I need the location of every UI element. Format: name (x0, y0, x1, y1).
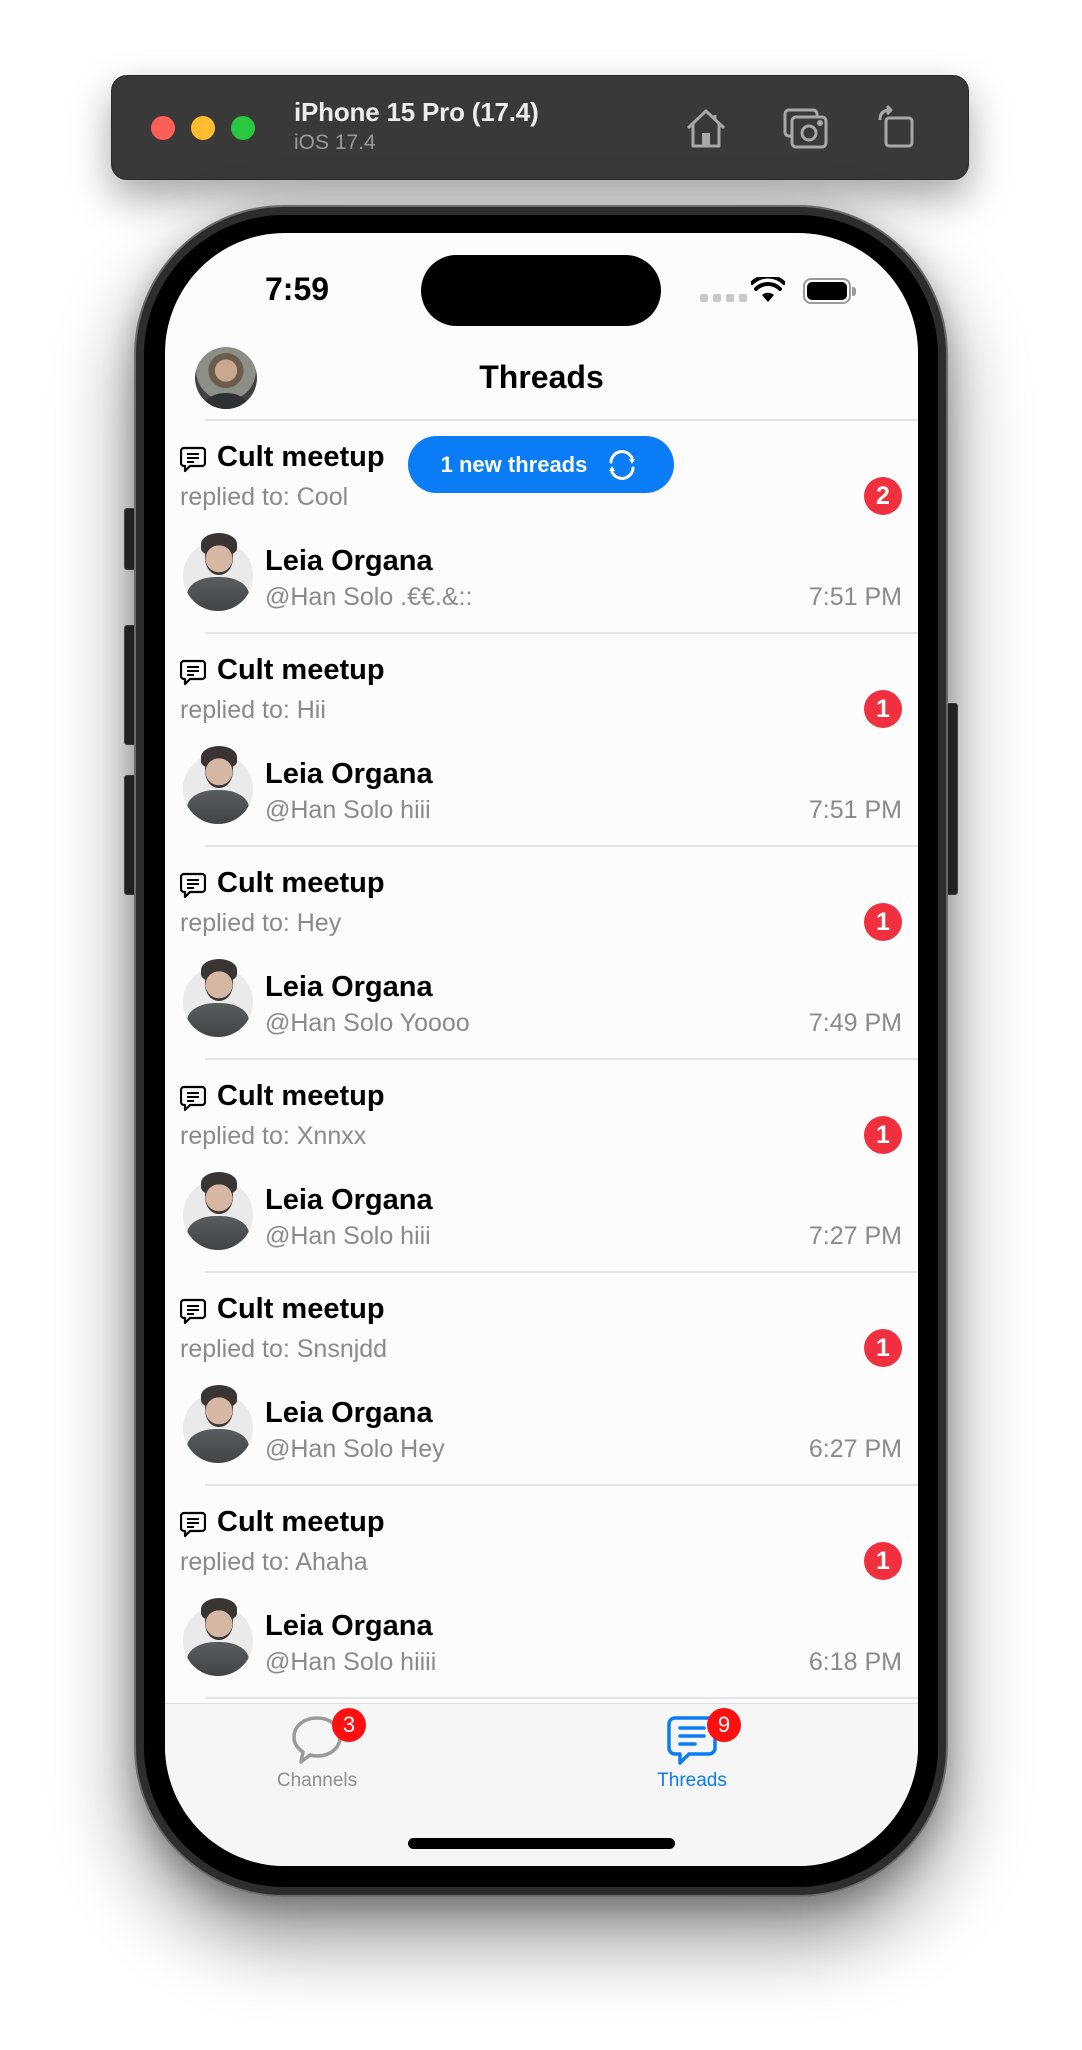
author-avatar (183, 746, 253, 824)
new-threads-label: 1 new threads (440, 451, 588, 477)
unread-count-badge: 2 (864, 477, 902, 515)
thread-author: Leia Organa (265, 1610, 433, 1642)
thread-author: Leia Organa (265, 971, 433, 1003)
thread-timestamp: 7:27 PM (808, 1222, 902, 1250)
author-avatar (183, 959, 253, 1037)
simulator-os-version: iOS 17.4 (294, 131, 376, 154)
home-indicator[interactable] (408, 1838, 675, 1849)
thread-icon (180, 1511, 206, 1538)
author-avatar (183, 1172, 253, 1250)
phone-screen: 7:59 Threads Cult meetup replied to: Coo… (165, 233, 918, 1866)
author-avatar (183, 1598, 253, 1676)
thread-row[interactable]: Cult meetup replied to: Hii 1 Leia Organ… (165, 634, 918, 847)
thread-channel-name: Cult meetup (217, 441, 385, 473)
tab-threads[interactable]: 9 Threads (617, 1708, 767, 1792)
window-minimize-button[interactable] (191, 116, 215, 140)
thread-icon (180, 446, 206, 473)
cellular-signal-icon (700, 294, 747, 302)
thread-author: Leia Organa (265, 1397, 433, 1429)
thread-author: Leia Organa (265, 758, 433, 790)
thread-last-message: @Han Solo Yoooo (265, 1009, 470, 1037)
simulator-device-name: iPhone 15 Pro (17.4) (294, 97, 539, 127)
author-avatar (183, 1385, 253, 1463)
unread-count-badge: 1 (864, 1116, 902, 1154)
tab-channels[interactable]: 3 Channels (242, 1708, 392, 1792)
unread-count-badge: 1 (864, 1542, 902, 1580)
threads-badge: 9 (707, 1708, 741, 1742)
unread-count-badge: 1 (864, 690, 902, 728)
rotate-icon[interactable] (872, 104, 920, 152)
thread-timestamp: 7:51 PM (808, 796, 902, 824)
row-divider (205, 1697, 918, 1699)
screenshot-icon[interactable] (782, 104, 830, 152)
thread-last-message: @Han Solo hiii (265, 796, 431, 824)
thread-author: Leia Organa (265, 545, 433, 577)
tab-threads-label: Threads (657, 1770, 727, 1791)
page-title: Threads (479, 359, 604, 395)
thread-last-message: @Han Solo .€€.&:: (265, 583, 473, 611)
channels-badge: 3 (332, 1708, 366, 1742)
thread-last-message: @Han Solo Hey (265, 1435, 445, 1463)
wifi-icon (751, 277, 785, 302)
thread-channel-name: Cult meetup (217, 1506, 385, 1538)
thread-channel-name: Cult meetup (217, 1080, 385, 1112)
home-icon[interactable] (682, 104, 730, 152)
status-time: 7:59 (265, 271, 330, 307)
thread-timestamp: 6:18 PM (808, 1648, 902, 1676)
thread-row[interactable]: Cult meetup replied to: Snsnjdd 1 Leia O… (165, 1273, 918, 1486)
thread-icon (180, 872, 206, 899)
thread-timestamp: 7:51 PM (808, 583, 902, 611)
thread-author: Leia Organa (265, 1184, 433, 1216)
window-close-button[interactable] (151, 116, 175, 140)
thread-replied-to: replied to: Ahaha (180, 1548, 368, 1576)
thread-channel-name: Cult meetup (217, 1293, 385, 1325)
tab-bar: 3 Channels 9 Threads (165, 1703, 918, 1866)
unread-count-badge: 1 (864, 1329, 902, 1367)
thread-channel-name: Cult meetup (217, 654, 385, 686)
thread-row[interactable]: Cult meetup replied to: Hey 1 Leia Organ… (165, 847, 918, 1060)
refresh-icon (609, 449, 636, 480)
window-zoom-button[interactable] (231, 116, 255, 140)
thread-replied-to: replied to: Hey (180, 909, 342, 937)
thread-channel-name: Cult meetup (217, 867, 385, 899)
thread-icon (180, 1298, 206, 1325)
thread-replied-to: replied to: Cool (180, 483, 349, 511)
author-avatar (183, 533, 253, 611)
thread-replied-to: replied to: Snsnjdd (180, 1335, 388, 1363)
thread-replied-to: replied to: Hii (180, 696, 326, 724)
thread-last-message: @Han Solo hiiii (265, 1648, 437, 1676)
new-threads-button[interactable]: 1 new threads (408, 436, 674, 493)
thread-replied-to: replied to: Xnnxx (180, 1122, 367, 1150)
threads-list: Cult meetup replied to: Cool 2 Leia Orga… (165, 421, 918, 1699)
thread-row[interactable]: Cult meetup replied to: Ahaha 1 Leia Org… (165, 1486, 918, 1699)
tab-channels-label: Channels (276, 1770, 358, 1791)
thread-timestamp: 6:27 PM (808, 1435, 902, 1463)
thread-last-message: @Han Solo hiii (265, 1222, 431, 1250)
thread-row[interactable]: Cult meetup replied to: Xnnxx 1 Leia Org… (165, 1060, 918, 1273)
thread-icon (180, 1085, 206, 1112)
battery-icon (803, 278, 856, 304)
unread-count-badge: 1 (864, 903, 902, 941)
thread-timestamp: 7:49 PM (808, 1009, 902, 1037)
thread-icon (180, 659, 206, 686)
dynamic-island (421, 255, 661, 326)
